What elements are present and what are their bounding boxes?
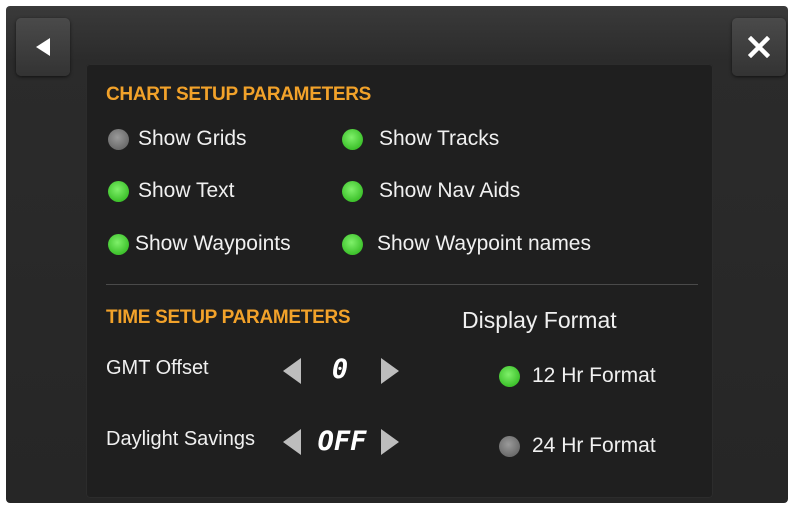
option-label: 12 Hr Format bbox=[532, 364, 656, 387]
close-button[interactable] bbox=[732, 18, 786, 76]
option-label: Show Waypoint names bbox=[377, 232, 591, 255]
daylight-savings-decrease-icon[interactable] bbox=[282, 428, 302, 456]
daylight-savings-value: OFF bbox=[317, 426, 367, 457]
back-arrow-icon bbox=[36, 38, 50, 56]
option-label: Show Waypoints bbox=[135, 232, 291, 255]
settings-panel: CHART SETUP PARAMETERS Show Grids Show T… bbox=[86, 64, 713, 498]
option-show-grids[interactable]: Show Grids bbox=[108, 127, 247, 151]
daylight-savings-label: Daylight Savings bbox=[106, 428, 255, 450]
option-12-hr-format[interactable]: 12 Hr Format bbox=[499, 364, 656, 388]
gmt-offset-decrease-icon[interactable] bbox=[282, 357, 302, 385]
option-label: Show Nav Aids bbox=[379, 179, 521, 202]
option-24-hr-format[interactable]: 24 Hr Format bbox=[499, 434, 656, 458]
radio-indicator bbox=[499, 365, 520, 387]
back-button[interactable] bbox=[16, 18, 70, 76]
toggle-indicator bbox=[108, 128, 129, 150]
gmt-offset-value: 0 bbox=[331, 354, 349, 385]
option-label: Show Text bbox=[138, 179, 235, 202]
toggle-indicator bbox=[108, 233, 129, 255]
display-format-title: Display Format bbox=[462, 307, 617, 333]
gmt-offset-label: GMT Offset bbox=[106, 357, 209, 379]
setup-screen: CHART SETUP PARAMETERS Show Grids Show T… bbox=[6, 6, 788, 503]
option-label: Show Grids bbox=[138, 127, 247, 150]
gmt-offset-increase-icon[interactable] bbox=[380, 357, 400, 385]
toggle-indicator bbox=[342, 180, 363, 202]
time-setup-title: TIME SETUP PARAMETERS bbox=[106, 307, 351, 328]
toggle-indicator bbox=[342, 233, 363, 255]
radio-indicator bbox=[499, 435, 520, 457]
toggle-indicator bbox=[342, 128, 363, 150]
section-divider bbox=[106, 284, 698, 285]
option-show-waypoint-names[interactable]: Show Waypoint names bbox=[342, 232, 591, 256]
daylight-savings-increase-icon[interactable] bbox=[380, 428, 400, 456]
option-show-nav-aids[interactable]: Show Nav Aids bbox=[342, 179, 520, 203]
option-show-text[interactable]: Show Text bbox=[108, 179, 235, 203]
option-label: Show Tracks bbox=[379, 127, 500, 150]
toggle-indicator bbox=[108, 180, 129, 202]
option-show-waypoints[interactable]: Show Waypoints bbox=[108, 232, 291, 256]
chart-setup-title: CHART SETUP PARAMETERS bbox=[106, 84, 372, 105]
close-icon bbox=[748, 36, 770, 58]
option-label: 24 Hr Format bbox=[532, 434, 656, 457]
option-show-tracks[interactable]: Show Tracks bbox=[342, 127, 499, 151]
